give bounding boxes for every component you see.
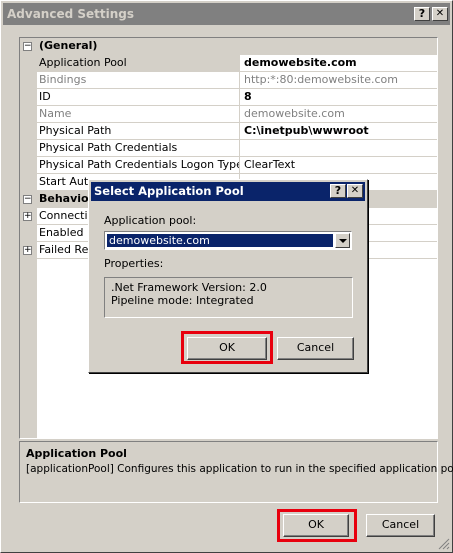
property-value[interactable] xyxy=(239,140,437,157)
chevron-down-icon[interactable] xyxy=(335,233,350,248)
property-value[interactable]: 8 xyxy=(239,89,437,106)
expand-icon[interactable]: + xyxy=(23,246,32,255)
description-panel: Application Pool [applicationPool] Confi… xyxy=(19,441,453,503)
pipeline-mode-text: Pipeline mode: Integrated xyxy=(111,294,254,307)
application-pool-selected-value: demowebsite.com xyxy=(107,234,333,247)
collapse-icon[interactable]: − xyxy=(23,195,32,204)
window-title-bar[interactable]: Advanced Settings xyxy=(3,3,450,25)
close-icon[interactable]: ✕ xyxy=(432,7,448,21)
description-title: Application Pool xyxy=(26,447,127,460)
framework-version-text: .Net Framework Version: 2.0 xyxy=(111,281,267,294)
ok-highlight-box xyxy=(277,509,357,542)
category-general[interactable]: − (General) xyxy=(20,38,437,55)
property-value: demowebsite.com xyxy=(239,106,437,123)
application-pool-select[interactable]: demowebsite.com xyxy=(104,231,352,250)
property-row-logon-type[interactable]: Physical Path Credentials Logon Type Cle… xyxy=(20,157,437,174)
dialog-title: Select Application Pool xyxy=(94,184,244,198)
property-row-bindings[interactable]: Bindings http:*:80:demowebsite.com xyxy=(20,72,437,89)
category-label: (General) xyxy=(37,38,437,55)
property-row-physical-path-credentials[interactable]: Physical Path Credentials xyxy=(20,140,437,157)
select-application-pool-dialog: Select Application Pool ? ✕ Application … xyxy=(88,179,368,373)
property-row-physical-path[interactable]: Physical Path C:\inetpub\wwwroot xyxy=(20,123,437,140)
property-name: Physical Path Credentials xyxy=(37,140,239,157)
property-name: Physical Path xyxy=(37,123,239,140)
dialog-title-bar[interactable]: Select Application Pool xyxy=(91,182,365,201)
property-value: http:*:80:demowebsite.com xyxy=(239,72,437,89)
expand-icon[interactable]: + xyxy=(23,212,32,221)
dialog-help-button[interactable]: ? xyxy=(330,184,346,198)
dialog-cancel-button[interactable]: Cancel xyxy=(277,337,354,360)
collapse-icon[interactable]: − xyxy=(23,42,32,51)
resize-grip-icon[interactable] xyxy=(438,538,450,550)
property-value[interactable]: C:\inetpub\wwwroot xyxy=(239,123,437,140)
property-name: Name xyxy=(37,106,239,123)
dialog-ok-highlight-box xyxy=(181,331,273,364)
property-value[interactable]: demowebsite.com xyxy=(239,55,437,72)
property-row-name[interactable]: Name demowebsite.com xyxy=(20,106,437,123)
window-title: Advanced Settings xyxy=(7,7,135,21)
dialog-close-icon[interactable]: ✕ xyxy=(347,184,363,198)
property-name: Application Pool xyxy=(37,55,239,72)
properties-box: .Net Framework Version: 2.0 Pipeline mod… xyxy=(104,277,353,318)
property-value[interactable]: ClearText xyxy=(239,157,437,174)
property-name: ID xyxy=(37,89,239,106)
property-row-application-pool[interactable]: Application Pool demowebsite.com xyxy=(20,55,437,72)
property-name: Bindings xyxy=(37,72,239,89)
property-name: Physical Path Credentials Logon Type xyxy=(37,157,239,174)
property-row-id[interactable]: ID 8 xyxy=(20,89,437,106)
cancel-button[interactable]: Cancel xyxy=(366,514,435,537)
help-button[interactable]: ? xyxy=(414,7,430,21)
properties-label: Properties: xyxy=(104,257,164,270)
description-text: [applicationPool] Configures this applic… xyxy=(26,463,453,475)
application-pool-label: Application pool: xyxy=(104,214,197,227)
